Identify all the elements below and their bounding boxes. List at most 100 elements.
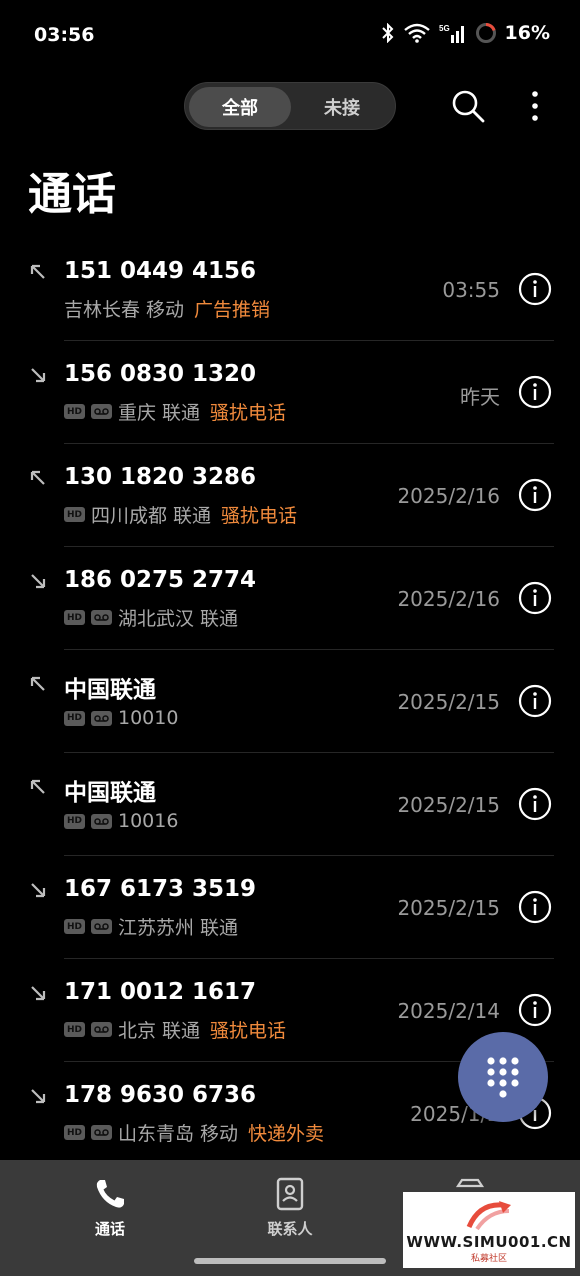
call-details: HD 湖北武汉 联通 bbox=[64, 604, 238, 631]
call-details: 吉林长春 移动 广告推销 bbox=[64, 295, 270, 322]
call-filter-segment: 全部 未接 bbox=[184, 82, 396, 130]
dialpad-fab-button[interactable] bbox=[458, 1032, 548, 1122]
page-title: 通话 bbox=[28, 169, 116, 220]
battery-percent: 16% bbox=[504, 22, 550, 44]
nav-contacts-label: 联系人 bbox=[267, 1220, 313, 1238]
info-icon[interactable] bbox=[518, 993, 552, 1027]
call-time: 03:55 bbox=[442, 278, 500, 302]
outgoing-call-icon bbox=[30, 676, 45, 691]
call-log-row[interactable]: 130 1820 3286 HD 四川成都 联通 骚扰电话 2025/2/16 bbox=[0, 444, 580, 547]
call-log-row[interactable]: 156 0830 1320 HD 重庆 联通 骚扰电话 昨天 bbox=[0, 341, 580, 444]
status-bar: 03:56 5G 16% bbox=[0, 0, 580, 70]
status-time: 03:56 bbox=[34, 24, 95, 46]
call-number: 130 1820 3286 bbox=[64, 464, 257, 490]
call-tag: 骚扰电话 bbox=[210, 1020, 287, 1042]
call-details: HD 四川成都 联通 骚扰电话 bbox=[64, 501, 297, 528]
call-log-list: 151 0449 4156 吉林长春 移动 广告推销 03:55 156 083… bbox=[0, 238, 580, 1165]
info-icon[interactable] bbox=[518, 581, 552, 615]
call-location: 10010 bbox=[118, 707, 179, 729]
incoming-call-icon bbox=[31, 986, 46, 1001]
info-icon[interactable] bbox=[518, 787, 552, 821]
outgoing-call-icon bbox=[30, 264, 45, 279]
call-details: HD 10010 bbox=[64, 707, 178, 729]
call-tag: 快递外卖 bbox=[248, 1123, 325, 1145]
bluetooth-icon bbox=[381, 23, 393, 43]
search-icon bbox=[452, 90, 485, 123]
incoming-call-icon bbox=[31, 574, 46, 589]
hd-badge-icon: HD bbox=[64, 919, 85, 934]
filter-all-button[interactable]: 全部 bbox=[189, 87, 291, 127]
call-location: 江苏苏州 联通 bbox=[118, 917, 239, 939]
incoming-call-icon bbox=[31, 1089, 46, 1104]
hd-badge-icon: HD bbox=[64, 710, 85, 726]
voicemail-icon bbox=[91, 813, 112, 829]
hd-badge-icon: HD bbox=[64, 813, 85, 829]
incoming-call-icon bbox=[31, 368, 46, 383]
info-icon[interactable] bbox=[518, 272, 552, 306]
info-icon[interactable] bbox=[518, 375, 552, 409]
call-time: 2025/2/16 bbox=[397, 484, 500, 508]
call-tag: 骚扰电话 bbox=[210, 402, 287, 424]
dialpad-icon bbox=[487, 1057, 519, 1098]
call-location: 湖北武汉 联通 bbox=[118, 608, 239, 630]
cellular-signal-icon: 5G bbox=[439, 24, 464, 43]
filter-missed-button[interactable]: 未接 bbox=[291, 87, 393, 127]
search-button[interactable] bbox=[448, 86, 488, 126]
voicemail-icon bbox=[91, 919, 112, 934]
hd-badge-icon: HD bbox=[64, 1125, 85, 1140]
info-icon[interactable] bbox=[518, 478, 552, 512]
home-indicator[interactable] bbox=[194, 1258, 386, 1264]
phone-icon bbox=[96, 1180, 124, 1208]
nav-calls-label: 通话 bbox=[94, 1220, 125, 1238]
incoming-call-icon bbox=[31, 883, 46, 898]
call-details: HD 山东青岛 移动 快递外卖 bbox=[64, 1119, 324, 1146]
call-tag: 骚扰电话 bbox=[221, 505, 298, 527]
call-time: 2025/2/15 bbox=[397, 690, 500, 714]
watermark: WWW.SIMU001.CN 私募社区 bbox=[403, 1192, 575, 1268]
call-details: HD 北京 联通 骚扰电话 bbox=[64, 1016, 286, 1043]
call-log-row[interactable]: 186 0275 2774 HD 湖北武汉 联通 2025/2/16 bbox=[0, 547, 580, 650]
hd-badge-icon: HD bbox=[64, 404, 85, 419]
info-icon[interactable] bbox=[518, 684, 552, 718]
call-location: 山东青岛 移动 bbox=[118, 1123, 239, 1145]
call-time: 2025/2/16 bbox=[397, 587, 500, 611]
call-log-row[interactable]: 151 0449 4156 吉林长春 移动 广告推销 03:55 bbox=[0, 238, 580, 341]
voicemail-icon bbox=[91, 404, 112, 419]
call-location: 北京 联通 bbox=[118, 1020, 201, 1042]
call-details: HD 重庆 联通 骚扰电话 bbox=[64, 398, 286, 425]
call-location: 重庆 联通 bbox=[118, 402, 201, 424]
voicemail-icon bbox=[91, 1022, 112, 1037]
watermark-logo-icon bbox=[466, 1201, 511, 1231]
call-time: 2025/2/15 bbox=[397, 793, 500, 817]
info-icon[interactable] bbox=[518, 890, 552, 924]
call-time: 昨天 bbox=[460, 385, 500, 409]
watermark-url: WWW.SIMU001.CN bbox=[406, 1233, 572, 1251]
outgoing-call-icon bbox=[30, 779, 45, 794]
nav-contacts[interactable]: 联系人 bbox=[230, 1176, 350, 1239]
voicemail-icon bbox=[91, 710, 112, 726]
call-time: 2025/2/14 bbox=[397, 999, 500, 1023]
call-details: HD 江苏苏州 联通 bbox=[64, 913, 238, 940]
call-number: 186 0275 2774 bbox=[64, 567, 257, 593]
watermark-subtitle: 私募社区 bbox=[470, 1254, 507, 1264]
call-number: 156 0830 1320 bbox=[64, 361, 257, 387]
voicemail-icon bbox=[91, 1125, 112, 1140]
battery-ring-icon bbox=[475, 22, 496, 43]
call-log-row[interactable]: 中国联通 HD 10016 2025/2/15 bbox=[0, 753, 580, 856]
more-options-button[interactable] bbox=[522, 86, 548, 126]
call-location: 10016 bbox=[118, 810, 179, 832]
contacts-icon bbox=[276, 1177, 304, 1211]
nav-calls[interactable]: 通话 bbox=[50, 1176, 170, 1239]
status-icons: 5G 16% bbox=[381, 22, 550, 44]
call-log-row[interactable]: 中国联通 HD 10010 2025/2/15 bbox=[0, 650, 580, 753]
call-time: 2025/2/15 bbox=[397, 896, 500, 920]
call-location: 吉林长春 移动 bbox=[64, 299, 185, 321]
more-vertical-icon bbox=[532, 91, 538, 121]
call-log-row[interactable]: 167 6173 3519 HD 江苏苏州 联通 2025/2/15 bbox=[0, 856, 580, 959]
call-details: HD 10016 bbox=[64, 810, 178, 832]
call-number: 171 0012 1617 bbox=[64, 979, 257, 1005]
hd-badge-icon: HD bbox=[64, 610, 85, 625]
call-tag: 广告推销 bbox=[194, 299, 271, 321]
call-number: 167 6173 3519 bbox=[64, 876, 257, 902]
voicemail-icon bbox=[91, 610, 112, 625]
